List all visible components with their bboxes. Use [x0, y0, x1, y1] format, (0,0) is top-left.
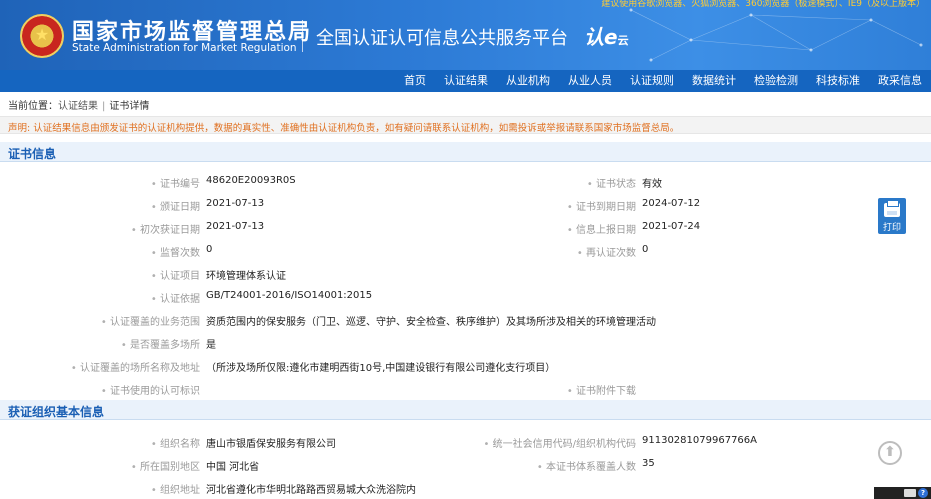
main-nav: 首页 认证结果 从业机构 从业人员 认证规则 数据统计 检验检测 科技标准 政采… — [0, 70, 931, 92]
basis-value: GB/T24001-2016/ISO14001:2015 — [206, 290, 373, 301]
nav-cert-results[interactable]: 认证结果 — [435, 70, 497, 92]
report-date-value: 2021-07-24 — [642, 221, 701, 232]
cert-status-value: 有效 — [642, 179, 662, 190]
nav-inspection[interactable]: 检验检测 — [745, 70, 807, 92]
org-name-value: 唐山市银盾保安服务有限公司 — [206, 439, 336, 450]
accreditation-mark-label: 证书使用的认可标识 — [101, 382, 200, 397]
headcount-label: 本证书体系覆盖人数 — [537, 458, 636, 473]
project-label: 认证项目 — [151, 267, 200, 282]
print-label: 打印 — [882, 223, 901, 233]
region-label: 所在国别地区 — [131, 458, 200, 473]
help-icon[interactable]: ? — [918, 488, 928, 498]
supervision-label: 监督次数 — [151, 244, 200, 259]
cert-info-header: 证书信息 — [0, 142, 931, 162]
org-info-title: 获证组织基本信息 — [8, 405, 105, 419]
breadcrumb-current: 证书详情 — [109, 101, 150, 112]
print-button[interactable]: 打印 — [878, 198, 906, 234]
nav-institutions[interactable]: 从业机构 — [497, 70, 559, 92]
breadcrumb-cert-results[interactable]: 认证结果 — [58, 101, 98, 112]
disclaimer-bar: 声明: 认证结果信息由颁发证书的认证机构提供，数据的真实性、准确性由认证机构负责… — [0, 116, 931, 134]
basis-label: 认证依据 — [151, 290, 200, 305]
expire-date-label: 证书到期日期 — [567, 198, 636, 213]
network-decoration — [629, 8, 923, 62]
expire-date-value: 2024-07-12 — [642, 198, 701, 209]
multi-site-label: 是否覆盖多场所 — [121, 336, 200, 351]
keyboard-icon[interactable] — [904, 489, 916, 497]
recert-value: 0 — [642, 244, 649, 255]
breadcrumb-prefix: 当前位置： — [8, 101, 58, 112]
cert-no-label: 证书编号 — [151, 175, 200, 190]
cert-info-title: 证书信息 — [8, 147, 57, 161]
printer-icon — [884, 200, 900, 217]
site-address-label: 认证覆盖的场所名称及地址 — [71, 359, 200, 374]
org-name-en: State Administration for Market Regulati… — [72, 42, 297, 54]
org-address-label: 组织地址 — [151, 481, 200, 496]
breadcrumb: 当前位置：认证结果 | 证书详情 — [8, 97, 149, 112]
cert-no-value: 48620E20093R0S — [206, 175, 296, 186]
scope-value: 资质范围内的保安服务（门卫、巡逻、守护、安全检查、秩序维护）及其场所涉及相关的环… — [206, 317, 656, 328]
multi-site-value: 是 — [206, 340, 216, 351]
site-address-value: （所涉及场所仅限:遵化市建明西街10号,中国建设银行有限公司遵化支行项目） — [206, 363, 556, 374]
org-name-label: 组织名称 — [151, 435, 200, 450]
platform-name: 全国认证认可信息公共服务平台 — [316, 28, 568, 49]
cert-cloud-logo: 认e云 — [584, 21, 629, 50]
first-date-value: 2021-07-13 — [206, 221, 265, 232]
supervision-value: 0 — [206, 244, 213, 255]
issue-date-value: 2021-07-13 — [206, 198, 265, 209]
credit-code-value: 91130281079967766A — [642, 435, 757, 446]
back-to-top-icon[interactable]: ⬆ — [878, 441, 902, 465]
credit-code-label: 统一社会信用代码/组织机构代码 — [484, 435, 636, 450]
recert-label: 再认证次数 — [577, 244, 636, 259]
logo-divider — [302, 20, 303, 52]
national-emblem-icon — [20, 14, 64, 58]
issue-date-label: 颁证日期 — [151, 198, 200, 213]
headcount-value: 35 — [642, 458, 655, 469]
breadcrumb-separator: | — [102, 101, 106, 112]
nav-cert-rules[interactable]: 认证规则 — [621, 70, 683, 92]
nav-standards[interactable]: 科技标准 — [807, 70, 869, 92]
attachment-download-label[interactable]: 证书附件下载 — [567, 382, 636, 397]
nav-statistics[interactable]: 数据统计 — [683, 70, 745, 92]
scope-label: 认证覆盖的业务范围 — [101, 313, 200, 328]
cert-cloud-logo-small: 云 — [617, 34, 629, 47]
disclaimer-text: 声明: 认证结果信息由颁发证书的认证机构提供，数据的真实性、准确性由认证机构负责… — [8, 123, 680, 134]
nav-procurement[interactable]: 政采信息 — [869, 70, 931, 92]
first-date-label: 初次获证日期 — [131, 221, 200, 236]
report-date-label: 信息上报日期 — [567, 221, 636, 236]
system-taskbar: ? — [874, 487, 931, 499]
nav-practitioners[interactable]: 从业人员 — [559, 70, 621, 92]
site-header: 建议使用谷歌浏览器、火狐浏览器、360浏览器（极速模式）、IE9（及以上版本） … — [0, 0, 931, 70]
project-value: 环境管理体系认证 — [206, 271, 286, 282]
cert-status-label: 证书状态 — [587, 175, 636, 190]
region-value: 中国 河北省 — [206, 462, 260, 473]
cert-cloud-logo-text: 认e — [584, 25, 618, 49]
org-address-value: 河北省遵化市华明北路路西贸易城大众洗浴院内 — [206, 485, 416, 496]
nav-home[interactable]: 首页 — [395, 70, 435, 92]
org-info-header: 获证组织基本信息 — [0, 400, 931, 420]
